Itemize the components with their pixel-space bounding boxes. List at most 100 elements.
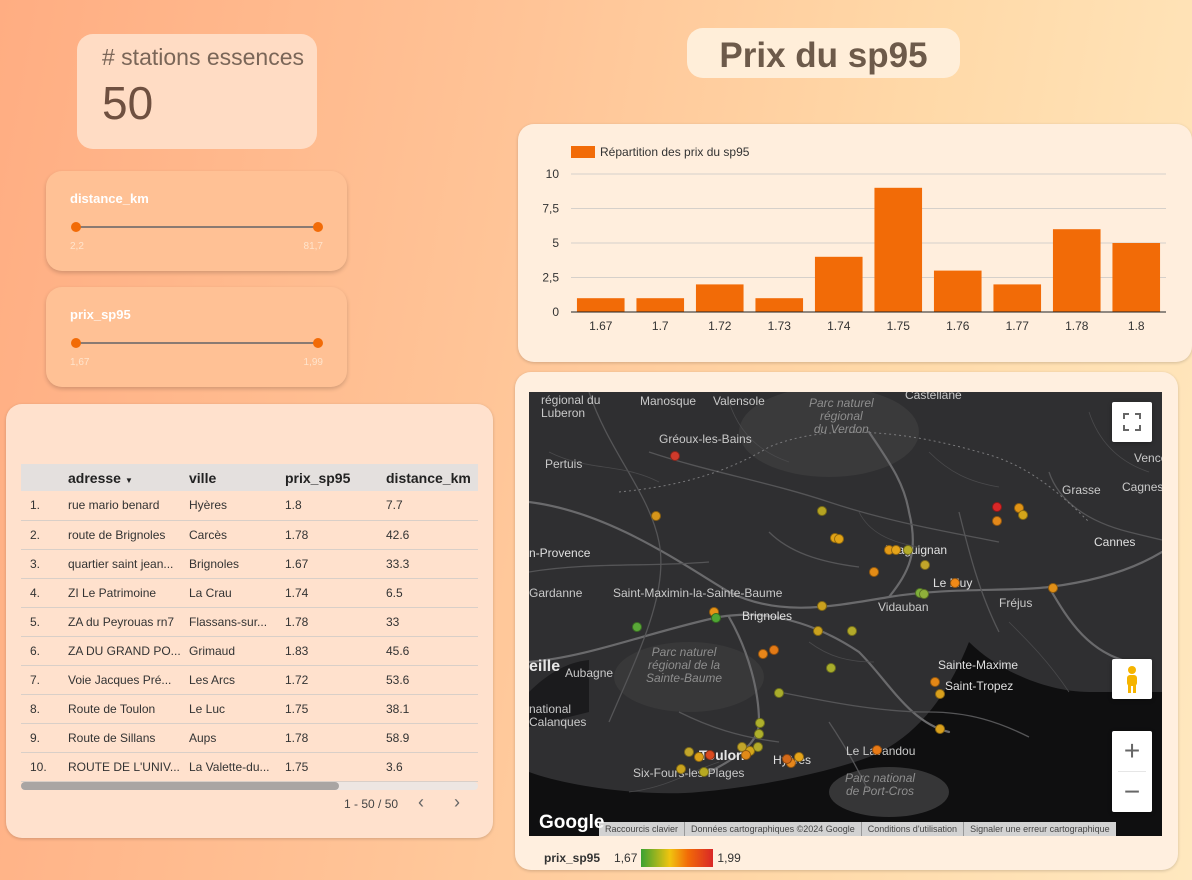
station-marker[interactable] (753, 742, 763, 752)
station-marker[interactable] (826, 663, 836, 673)
station-marker[interactable] (769, 645, 779, 655)
row-index: 7. (21, 665, 63, 695)
pegman-icon (1127, 666, 1137, 693)
table-row[interactable]: 3. quartier saint jean... Brignoles 1.67 33.… (21, 549, 478, 579)
terms-link[interactable]: Conditions d'utilisation (862, 822, 965, 836)
cell-distance: 33.3 (381, 549, 478, 579)
y-tick-label: 7,5 (542, 202, 559, 216)
cell-adresse: route de Brignoles (63, 520, 184, 550)
table-row[interactable]: 7. Voie Jacques Pré... Les Arcs 1.72 53.6 (21, 665, 478, 695)
station-marker[interactable] (774, 688, 784, 698)
report-error-link[interactable]: Signaler une erreur cartographique (964, 822, 1116, 836)
station-marker[interactable] (676, 764, 686, 774)
station-marker[interactable] (920, 560, 930, 570)
slider-min-handle[interactable] (71, 338, 81, 348)
slider-max-handle[interactable] (313, 222, 323, 232)
x-tick-label: 1.73 (768, 319, 792, 333)
scrollbar-thumb[interactable] (21, 782, 339, 790)
station-marker[interactable] (817, 506, 827, 516)
bar (993, 284, 1042, 312)
slider-track[interactable] (76, 342, 318, 344)
station-marker[interactable] (919, 589, 929, 599)
cell-prix: 1.72 (280, 665, 381, 695)
column-header-prix[interactable]: prix_sp95 (280, 464, 381, 491)
column-header-ville[interactable]: ville (184, 464, 280, 491)
x-tick-label: 1.77 (1006, 319, 1030, 333)
fullscreen-button[interactable] (1112, 402, 1152, 442)
station-marker[interactable] (834, 534, 844, 544)
station-marker[interactable] (755, 718, 765, 728)
street-view-button[interactable] (1112, 659, 1152, 699)
cell-distance: 58.9 (381, 723, 478, 753)
y-tick-label: 0 (552, 305, 559, 319)
station-marker[interactable] (758, 649, 768, 659)
park-label: Parc naturel régional du Verdon (809, 396, 874, 436)
station-marker[interactable] (711, 613, 721, 623)
station-map[interactable]: régional du Luberon Manosque Valensole Ca… (529, 392, 1162, 836)
station-marker[interactable] (670, 451, 680, 461)
station-marker[interactable] (699, 767, 709, 777)
chevron-right-icon[interactable]: › (454, 792, 460, 813)
station-marker[interactable] (782, 754, 792, 764)
stations-table: adresse ▼ ville prix_sp95 distance_km 1. r… (21, 464, 478, 782)
keyboard-shortcuts-link[interactable]: Raccourcis clavier (599, 822, 686, 836)
column-header-distance[interactable]: distance_km (381, 464, 478, 491)
table-row[interactable]: 2. route de Brignoles Carcès 1.78 42.6 (21, 520, 478, 550)
station-marker[interactable] (992, 516, 1002, 526)
x-tick-label: 1.72 (708, 319, 732, 333)
zoom-in-button[interactable]: + (1112, 731, 1152, 771)
cell-distance: 7.7 (381, 491, 478, 521)
table-row[interactable]: 1. rue mario benard Hyères 1.8 7.7 (21, 491, 478, 521)
place-label: Cannes (1094, 535, 1136, 549)
scorecard-label: # stations essences (102, 44, 305, 70)
slider-min-value: 1,67 (70, 357, 90, 368)
slider-track[interactable] (76, 226, 318, 228)
station-marker[interactable] (651, 511, 661, 521)
x-tick-label: 1.8 (1128, 319, 1145, 333)
zoom-out-button[interactable]: − (1112, 772, 1152, 812)
station-marker[interactable] (891, 545, 901, 555)
station-marker[interactable] (869, 567, 879, 577)
scorecard-value: 50 (102, 77, 154, 129)
station-marker[interactable] (1048, 583, 1058, 593)
column-header-label: adresse (68, 469, 121, 486)
station-marker[interactable] (935, 689, 945, 699)
station-marker[interactable] (794, 752, 804, 762)
table-row[interactable]: 10. ROUTE DE L'UNIV... La Valette-du... 1.7… (21, 752, 478, 782)
station-marker[interactable] (847, 626, 857, 636)
slider-max-handle[interactable] (313, 338, 323, 348)
station-marker[interactable] (684, 747, 694, 757)
column-header-adresse[interactable]: adresse ▼ (63, 464, 184, 491)
price-range-slider[interactable]: prix_sp95 1,67 1,99 (46, 287, 347, 387)
slider-max-value: 81,7 (303, 241, 323, 252)
place-label: Six-Fours-les-Plages (633, 766, 745, 780)
row-index: 5. (21, 607, 63, 637)
station-marker[interactable] (992, 502, 1002, 512)
table-row[interactable]: 4. ZI Le Patrimoine La Crau 1.74 6.5 (21, 578, 478, 608)
station-marker[interactable] (872, 745, 882, 755)
station-marker[interactable] (632, 622, 642, 632)
station-marker[interactable] (930, 677, 940, 687)
station-marker[interactable] (813, 626, 823, 636)
table-row[interactable]: 9. Route de Sillans Aups 1.78 58.9 (21, 723, 478, 753)
table-row[interactable]: 8. Route de Toulon Le Luc 1.75 38.1 (21, 694, 478, 724)
station-marker[interactable] (694, 752, 704, 762)
cell-ville: Carcès (184, 520, 280, 550)
station-marker[interactable] (935, 724, 945, 734)
distance-range-slider[interactable]: distance_km 2,2 81,7 (46, 171, 347, 271)
place-label: Grasse (1062, 483, 1101, 497)
horizontal-scrollbar[interactable] (21, 782, 478, 790)
station-marker[interactable] (754, 729, 764, 739)
station-marker[interactable] (1018, 510, 1028, 520)
station-marker[interactable] (705, 750, 715, 760)
station-marker[interactable] (817, 601, 827, 611)
place-label: Pertuis (545, 457, 583, 471)
table-row[interactable]: 6. ZA DU GRAND PO... Grimaud 1.83 45.6 (21, 636, 478, 666)
cell-prix: 1.78 (280, 607, 381, 637)
station-marker[interactable] (741, 750, 751, 760)
station-marker[interactable] (950, 578, 960, 588)
chevron-left-icon[interactable]: ‹ (418, 792, 424, 813)
station-marker[interactable] (903, 545, 913, 555)
table-row[interactable]: 5. ZA du Peyrouas rn7 Flassans-sur... 1.78 3… (21, 607, 478, 637)
slider-min-handle[interactable] (71, 222, 81, 232)
